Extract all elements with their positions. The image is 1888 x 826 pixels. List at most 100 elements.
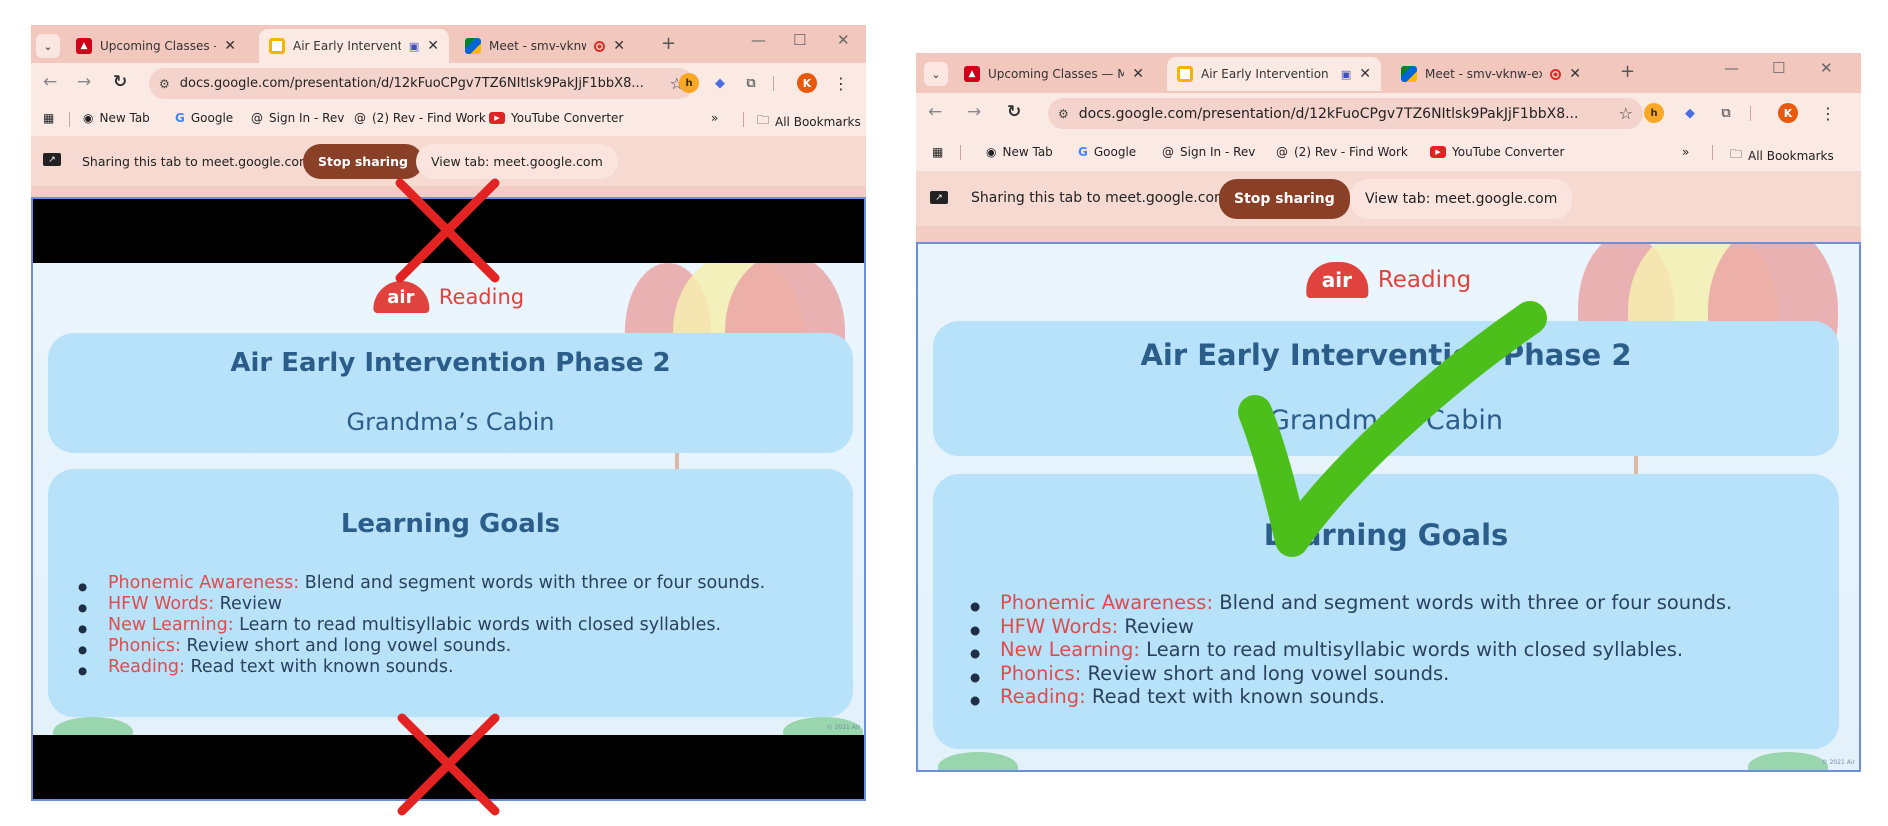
bookmark-new-tab[interactable]: ◉ New Tab — [83, 111, 150, 125]
reload-icon[interactable]: ↻ — [113, 72, 127, 92]
slide: air Reading Air Early Intervention Phase… — [918, 244, 1859, 770]
tab-content: air Reading Air Early Intervention Phase… — [31, 197, 866, 801]
rev-icon: @ — [354, 111, 366, 125]
stop-sharing-button[interactable]: Stop sharing — [303, 144, 423, 179]
goal-item: New Learning: Learn to read multisyllabi… — [970, 638, 1732, 665]
site-settings-icon[interactable]: ⚙ — [159, 77, 170, 91]
tab-air-early-intervention[interactable]: Air Early Intervention ▣ ✕ — [1167, 57, 1381, 91]
close-icon[interactable]: ✕ — [1569, 66, 1581, 82]
minimize-icon[interactable]: — — [1724, 59, 1739, 77]
close-window-icon[interactable]: ✕ — [837, 31, 850, 49]
bookmark-google[interactable]: G Google — [175, 111, 233, 125]
honey-extension-icon[interactable]: h — [1644, 103, 1664, 123]
globe-icon: ◉ — [83, 111, 94, 125]
logo-mark: air — [1305, 262, 1368, 298]
title-card: Air Early Intervention Phase 2 Grandma’s… — [933, 321, 1839, 456]
all-bookmarks[interactable]: 🗀 All Bookmarks — [757, 111, 861, 132]
close-icon[interactable]: ✕ — [613, 38, 625, 54]
goals-list: Phonemic Awareness: Blend and segment wo… — [970, 591, 1732, 712]
bookmark-rev-find-work[interactable]: @ (2) Rev - Find Work — [1276, 145, 1408, 159]
avatar[interactable]: K — [797, 73, 817, 93]
bookmark-rev-find-work[interactable]: @ (2) Rev - Find Work — [354, 111, 486, 125]
stop-sharing-button[interactable]: Stop sharing — [1219, 179, 1350, 219]
close-icon[interactable]: ✕ — [427, 38, 439, 54]
slide: air Reading Air Early Intervention Phase… — [33, 263, 864, 735]
forward-icon[interactable]: → — [77, 72, 91, 92]
reload-icon[interactable]: ↻ — [1007, 102, 1021, 122]
view-tab-button[interactable]: View tab: meet.google.com — [1350, 179, 1573, 219]
close-window-icon[interactable]: ✕ — [1820, 59, 1833, 77]
bookmark-sign-in-rev[interactable]: @ Sign In - Rev — [251, 111, 344, 125]
bookmark-youtube-converter[interactable]: ▶ YouTube Converter — [489, 111, 623, 125]
close-icon[interactable]: ✕ — [1359, 66, 1371, 82]
menu-icon[interactable]: ⋮ — [831, 73, 851, 93]
bookmark-new-tab[interactable]: ◉ New Tab — [986, 145, 1053, 159]
logo-mark: air — [372, 281, 429, 313]
tab-strip: ⌄ ▲ Upcoming Classes — My ✕ Air Early In… — [31, 25, 866, 63]
view-tab-button[interactable]: View tab: meet.google.com — [416, 144, 618, 179]
back-icon[interactable]: ← — [928, 102, 942, 122]
forward-icon[interactable]: → — [967, 102, 981, 122]
hill-decoration — [1748, 752, 1828, 770]
slide-subtitle: Grandma’s Cabin — [346, 408, 555, 436]
divider — [773, 76, 774, 91]
mb-logo-icon: ▲ — [964, 66, 980, 82]
bookmarks-bar: ▦ ◉ New Tab G Google @ Sign In - Rev @ (2) R… — [916, 135, 1861, 171]
apps-icon[interactable]: ▦ — [932, 145, 943, 159]
bookmarks-overflow[interactable]: » — [711, 111, 718, 125]
sharing-tab-icon: ▣ — [408, 39, 420, 53]
slide-title: Air Early Intervention Phase 2 — [230, 348, 671, 378]
back-icon[interactable]: ← — [43, 72, 57, 92]
all-bookmarks[interactable]: 🗀 All Bookmarks — [1730, 145, 1834, 166]
apps-icon[interactable]: ▦ — [43, 111, 54, 125]
logo-text: Reading — [1377, 267, 1472, 293]
address-bar[interactable]: ⚙ docs.google.com/presentation/d/12kFuoC… — [1048, 98, 1643, 129]
screen-share-icon: ↗ — [930, 191, 948, 204]
title-card: Air Early Intervention Phase 2 Grandma’s… — [48, 333, 853, 453]
maximize-icon[interactable]: ☐ — [793, 31, 806, 49]
new-tab-icon[interactable]: + — [661, 33, 676, 54]
screen-share-icon: ↗ — [43, 153, 61, 166]
bookmark-sign-in-rev[interactable]: @ Sign In - Rev — [1162, 145, 1255, 159]
address-bar[interactable]: ⚙ docs.google.com/presentation/d/12kFuoC… — [149, 68, 694, 99]
slides-icon — [269, 38, 285, 54]
bookmarks-overflow[interactable]: » — [1682, 145, 1689, 159]
goal-item: New Learning: Learn to read multisyllabi… — [78, 615, 765, 640]
tab-meet[interactable]: Meet - smv-vknw-ex ✕ — [1391, 57, 1591, 91]
recording-icon — [594, 40, 606, 52]
mb-logo-icon: ▲ — [76, 38, 92, 54]
goal-item: HFW Words: Review — [970, 615, 1732, 642]
tab-search-icon[interactable]: ⌄ — [36, 34, 60, 58]
hill-decoration — [53, 717, 133, 735]
extensions-icon[interactable]: ⧉ — [1716, 103, 1736, 123]
minimize-icon[interactable]: — — [751, 31, 766, 49]
goal-item: Phonemic Awareness: Blend and segment wo… — [970, 591, 1732, 618]
close-icon[interactable]: ✕ — [1132, 66, 1144, 82]
tab-search-icon[interactable]: ⌄ — [924, 62, 948, 86]
avatar[interactable]: K — [1778, 103, 1798, 123]
rev-icon: @ — [1162, 145, 1174, 159]
honey-extension-icon[interactable]: h — [679, 73, 699, 93]
folder-icon: 🗀 — [757, 113, 770, 127]
tab-upcoming-classes[interactable]: ▲ Upcoming Classes — My ✕ — [66, 29, 246, 63]
bookmark-youtube-converter[interactable]: ▶ YouTube Converter — [1430, 145, 1564, 159]
tab-meet[interactable]: Meet - smv-vknw-ex ✕ — [455, 29, 635, 63]
meet-icon — [1401, 66, 1417, 82]
close-icon[interactable]: ✕ — [224, 38, 236, 54]
new-tab-icon[interactable]: + — [1620, 61, 1635, 82]
translate-extension-icon[interactable]: ◆ — [710, 73, 730, 93]
star-icon[interactable]: ☆ — [1619, 104, 1633, 123]
browser-window-letterboxed: ⌄ ▲ Upcoming Classes — My ✕ Air Early In… — [31, 25, 866, 801]
menu-icon[interactable]: ⋮ — [1818, 103, 1838, 123]
translate-extension-icon[interactable]: ◆ — [1680, 103, 1700, 123]
maximize-icon[interactable]: ☐ — [1772, 59, 1785, 77]
sharing-tab-icon: ▣ — [1340, 67, 1352, 81]
bookmark-google[interactable]: G Google — [1078, 145, 1136, 159]
goals-list: Phonemic Awareness: Blend and segment wo… — [78, 573, 765, 682]
tab-upcoming-classes[interactable]: ▲ Upcoming Classes — My ✕ — [954, 57, 1154, 91]
site-settings-icon[interactable]: ⚙ — [1058, 107, 1069, 121]
tab-air-early-intervention[interactable]: Air Early Intervention ▣ ✕ — [259, 29, 449, 63]
folder-icon: 🗀 — [1730, 147, 1743, 161]
rev-icon: @ — [251, 111, 263, 125]
extensions-icon[interactable]: ⧉ — [741, 73, 761, 93]
